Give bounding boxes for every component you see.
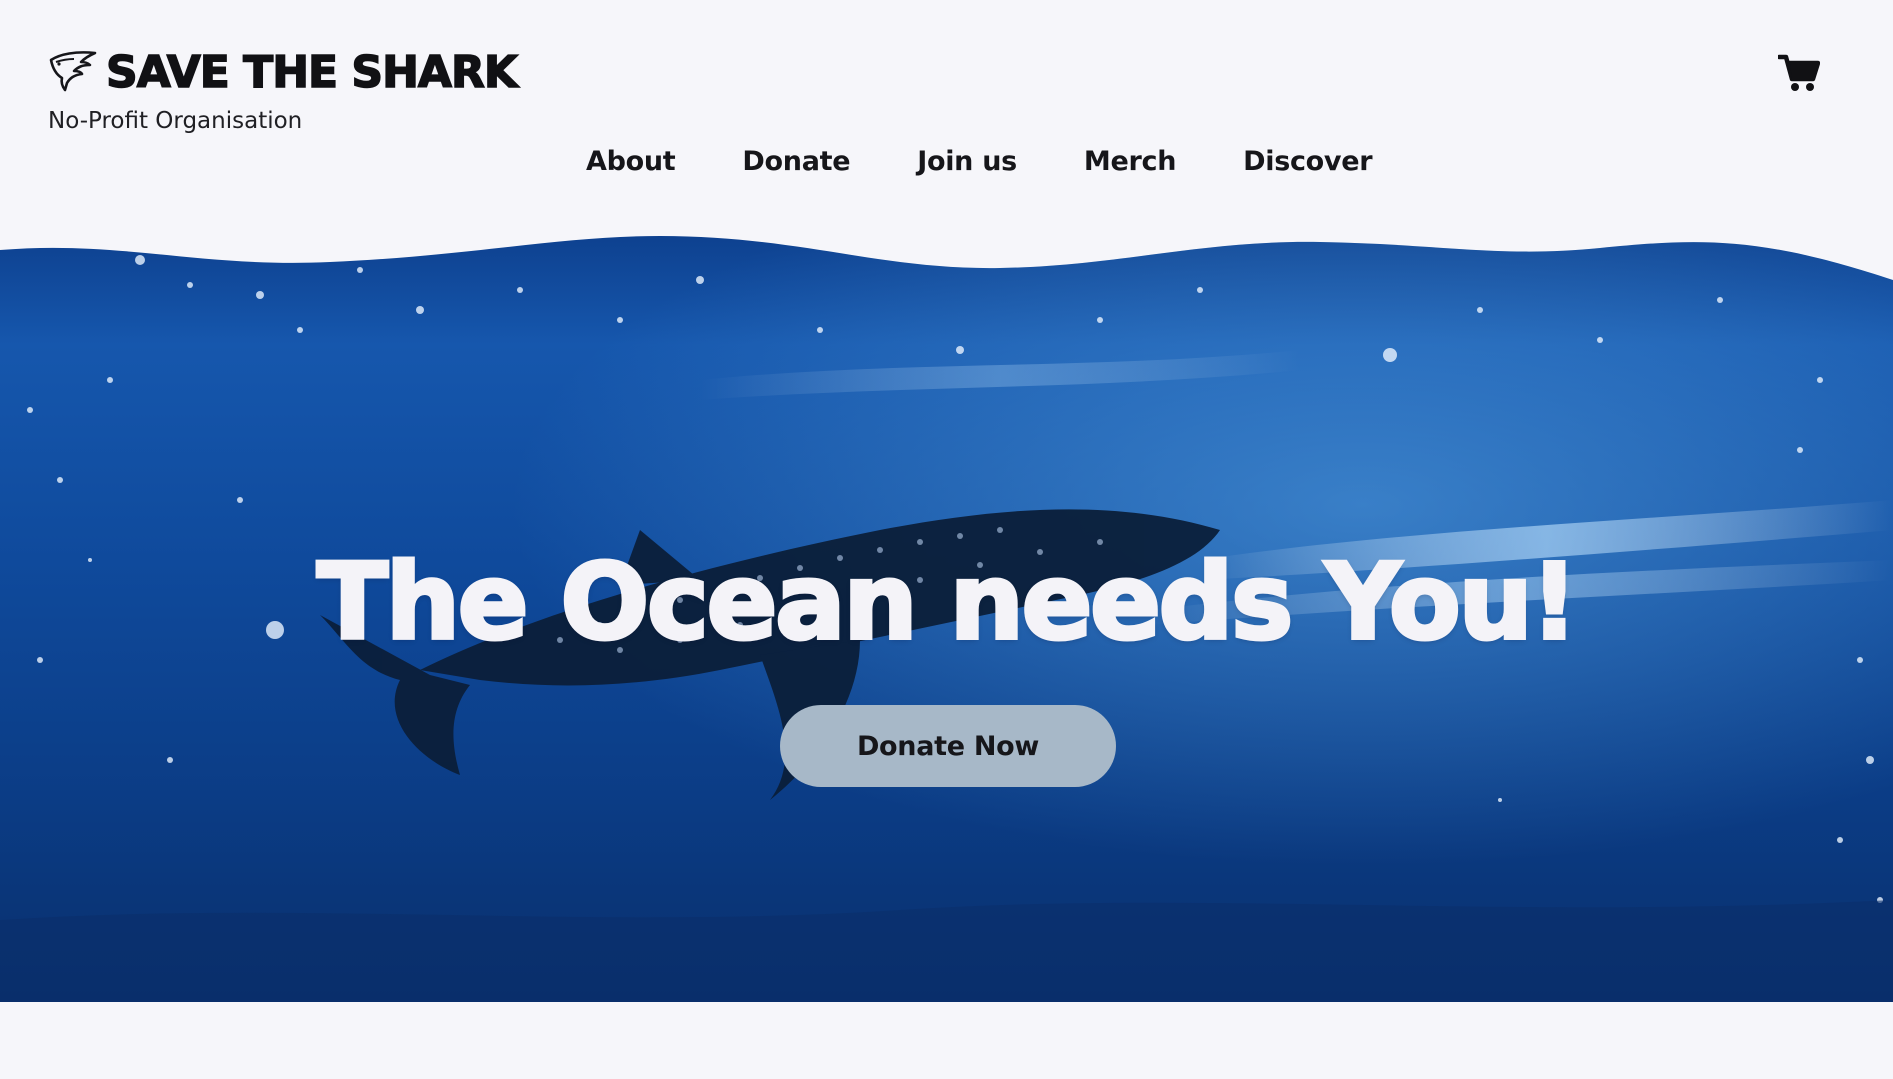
brand[interactable]: SAVE THE SHARK (48, 47, 519, 98)
nav-item-discover[interactable]: Discover (1243, 146, 1372, 177)
shark-logo-icon (49, 51, 97, 92)
hero: The Ocean needs You! Donate Now (0, 200, 1893, 1002)
nav-item-about[interactable]: About (586, 146, 676, 177)
brand-subtitle: No-Profit Organisation (48, 108, 303, 134)
nav-item-merch[interactable]: Merch (1084, 146, 1177, 177)
page: SAVE THE SHARK No-Profit Organisation Ab… (0, 0, 1893, 1079)
hero-heading: The Ocean needs You! (315, 541, 1580, 663)
nav-item-join-us[interactable]: Join us (917, 146, 1017, 177)
main-nav: About Donate Join us Merch Discover (586, 146, 1373, 177)
shopping-cart-icon[interactable] (1778, 53, 1820, 93)
donate-now-button[interactable]: Donate Now (780, 705, 1116, 787)
brand-title: SAVE THE SHARK (105, 47, 518, 98)
nav-item-donate[interactable]: Donate (742, 146, 850, 177)
